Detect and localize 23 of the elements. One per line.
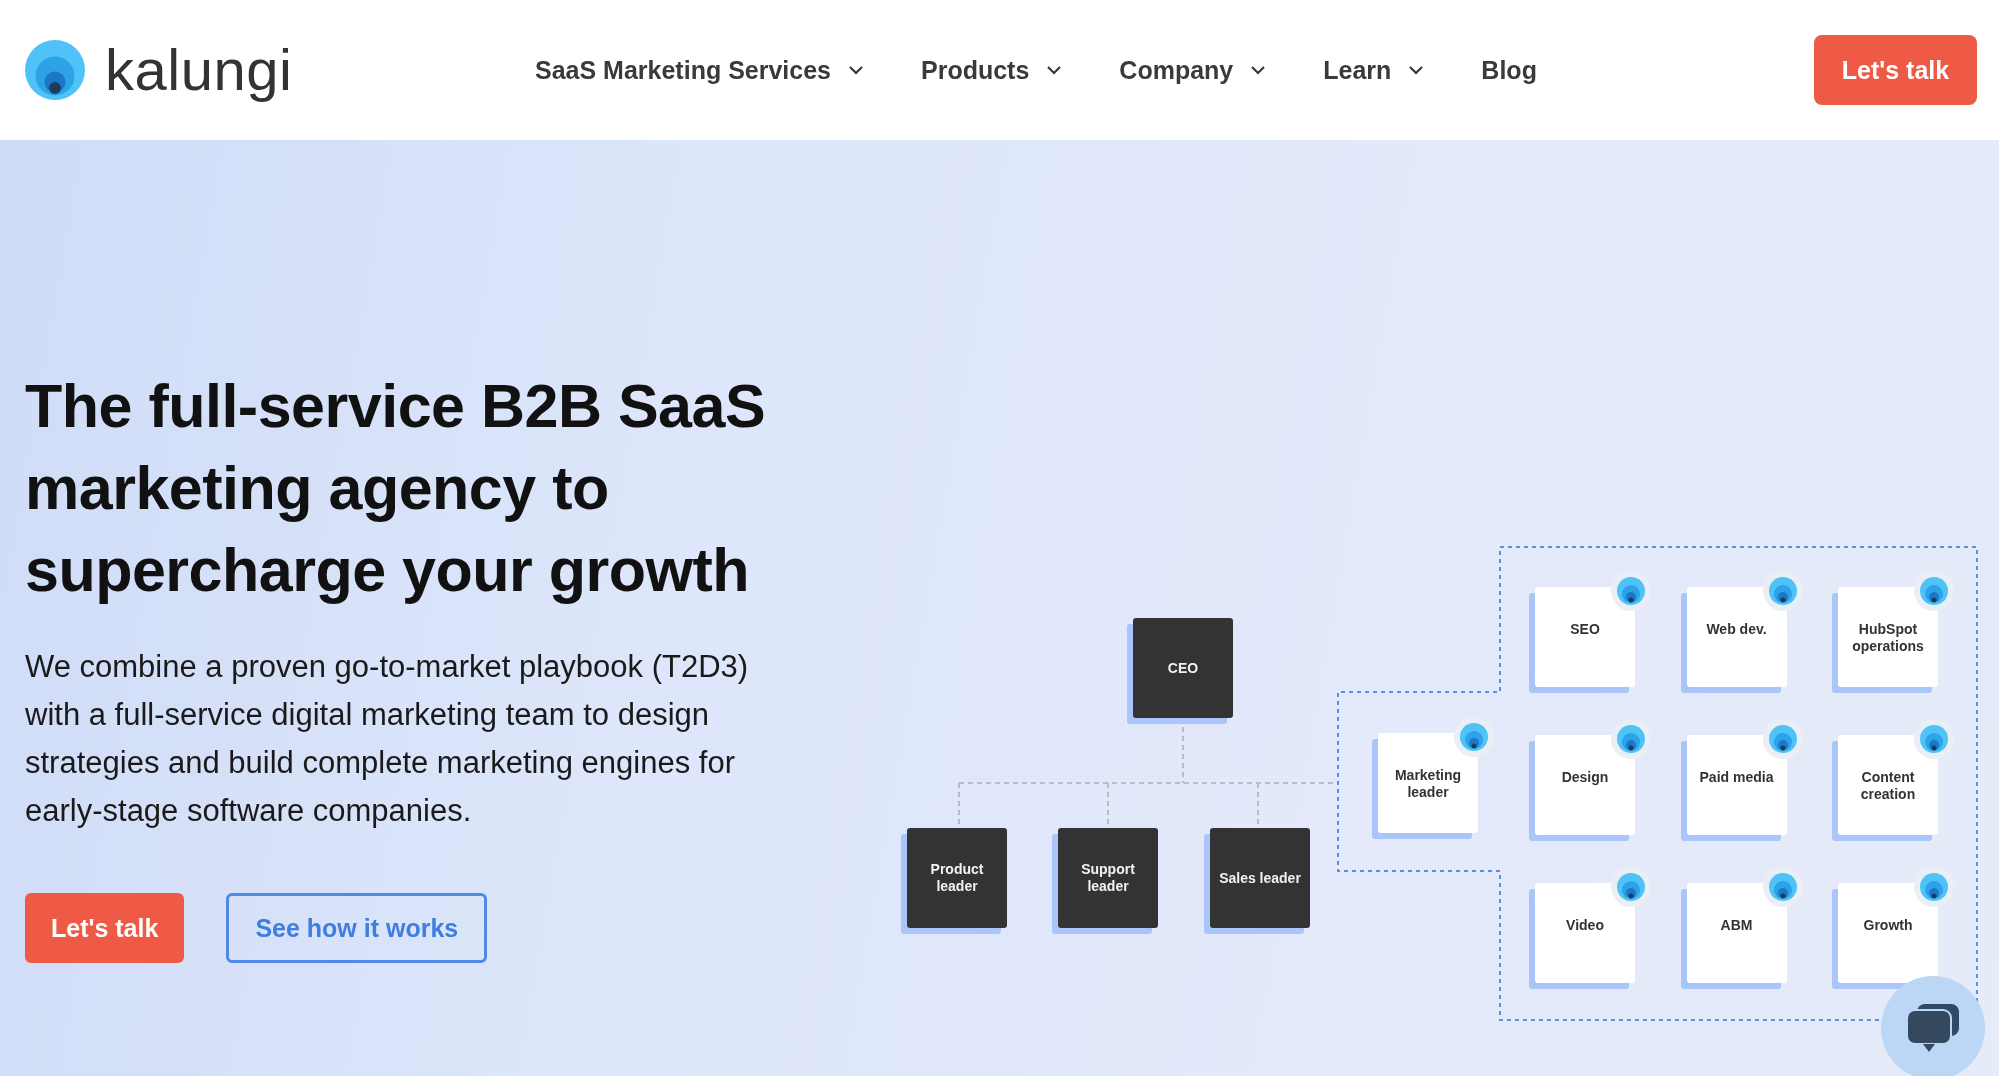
logo-icon [25, 40, 85, 100]
chevron-down-icon [1047, 65, 1062, 75]
chat-icon [1905, 1002, 1961, 1054]
hero-heading: The full-service B2B SaaS marketing agency to supercharge your growth [25, 371, 767, 606]
card-label: Content creation [1859, 769, 1917, 803]
nav-link[interactable]: Products [921, 55, 1062, 85]
card-label: Video [1565, 917, 1605, 934]
card-label: ABM [1719, 917, 1754, 934]
nav-link[interactable]: Blog [1481, 55, 1537, 85]
card-label: Growth [1862, 917, 1914, 934]
chevron-down-icon [849, 65, 863, 75]
card-label: HubSpot operations [1851, 621, 1925, 655]
nav-link[interactable]: Learn [1323, 55, 1424, 85]
card-label: Web dev. [1705, 621, 1768, 638]
nav-link[interactable]: SaaS Marketing Services [535, 55, 863, 85]
nav-link[interactable]: Company [1119, 55, 1266, 85]
card-label: Paid media [1698, 769, 1775, 786]
hero-description: We combine a proven go-to-market playbook (T2D3) with a full-service digital marketing team to design strategies and build complete marketing engines for early-stage software companies. [25, 648, 750, 830]
chevron-down-icon [1251, 65, 1266, 75]
chevron-down-icon [1409, 65, 1424, 75]
card-label: Marketing leader [1393, 767, 1463, 801]
card-label: Design [1560, 769, 1610, 786]
card-label: SEO [1569, 621, 1601, 638]
